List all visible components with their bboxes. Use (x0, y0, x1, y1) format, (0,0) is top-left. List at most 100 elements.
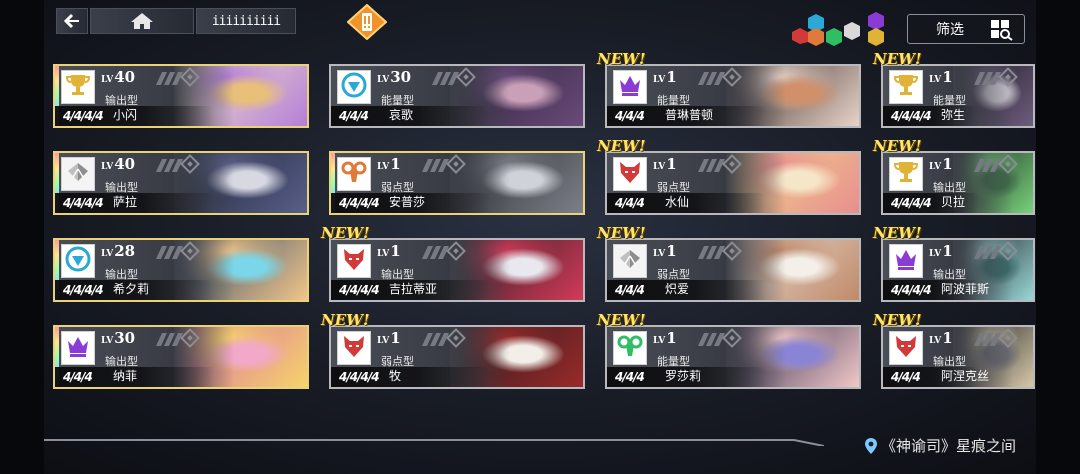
character-name: 希夕莉 (113, 282, 150, 296)
class-icon-box (613, 331, 647, 365)
purple-gem-icon (868, 12, 884, 30)
class-icon-box (889, 331, 923, 365)
shield-icon (65, 246, 91, 276)
level-label: LV1 (377, 329, 401, 347)
level-value: 1 (942, 155, 953, 173)
top-navigation-bar: iiiiiiiiii (56, 8, 298, 34)
location-label: 《神谕司》星痕之间 (864, 435, 1016, 456)
class-icon-box (889, 244, 923, 278)
trophy-icon (893, 72, 919, 102)
stripe-decor (421, 333, 450, 346)
wolf-icon (617, 159, 643, 189)
character-card-jiladiya[interactable]: LV1 输出型 4/4/4/4 吉拉蒂亚 (329, 238, 585, 302)
level-value: 1 (390, 242, 401, 260)
level-value: 1 (666, 329, 677, 347)
character-name: 罗莎莉 (665, 369, 702, 383)
home-button[interactable] (90, 8, 194, 34)
character-card-xiaoshan[interactable]: LV40 输出型 4/4/4/4 小闪 (53, 64, 309, 128)
back-button[interactable] (56, 8, 88, 34)
stripe-decor (421, 159, 450, 172)
level-value: 40 (114, 68, 136, 86)
new-badge: NEW! (597, 50, 646, 68)
class-icon-box (337, 70, 371, 104)
stripe-decor (155, 159, 184, 172)
level-value: 1 (666, 155, 677, 173)
wolf-icon (341, 246, 367, 276)
level-label: LV1 (653, 329, 677, 347)
class-icon-box (61, 331, 95, 365)
character-card-anieksi[interactable]: LV1 输出型 4/4/4 阿涅克丝 (881, 325, 1035, 389)
crown-icon (893, 246, 919, 276)
character-card-chiai[interactable]: LV1 弱点型 4/4/4 炽爱 (605, 238, 861, 302)
level-label: LV30 (377, 68, 412, 86)
level-label: LV1 (929, 155, 953, 173)
location-text: 《神谕司》星痕之间 (880, 437, 1016, 455)
level-label: LV1 (929, 329, 953, 347)
character-name: 弥生 (941, 108, 966, 122)
character-card-misheng[interactable]: LV1 能量型 4/4/4/4 弥生 (881, 64, 1035, 128)
right-letterbox (1036, 0, 1080, 474)
stripe-decor (697, 159, 726, 172)
star-rating: 4/4/4/4 (63, 196, 104, 210)
level-label: LV1 (377, 155, 401, 173)
character-card-pulinpudun[interactable]: LV1 能量型 4/4/4 普琳普顿 (605, 64, 861, 128)
character-card-luosali[interactable]: LV1 能量型 4/4/4 罗莎莉 (605, 325, 861, 389)
shield-icon (341, 72, 367, 102)
character-card-anpusha[interactable]: LV1 弱点型 4/4/4/4 安普莎 (329, 151, 585, 215)
star-rating: 4/4/4 (615, 283, 645, 297)
character-select-screen: iiiiiiiiii 筛选 LV40 输出型 4/4/4/4 小闪 LV30 能… (0, 0, 1080, 474)
level-label: LV40 (101, 155, 136, 173)
wings-icon (617, 246, 643, 276)
character-name: 小闪 (113, 108, 138, 122)
level-value: 28 (114, 242, 136, 260)
star-rating: 4/4/4 (339, 109, 369, 123)
wings-icon (65, 159, 91, 189)
class-icon-box (613, 70, 647, 104)
filter-grid-icon (991, 20, 1013, 41)
class-icon-box (613, 244, 647, 278)
wolf-icon (341, 333, 367, 363)
new-badge: NEW! (873, 137, 922, 155)
level-value: 1 (942, 242, 953, 260)
class-icon-box (61, 70, 95, 104)
orange-gem-icon (808, 28, 824, 46)
character-card-beila[interactable]: LV1 输出型 4/4/4/4 贝拉 (881, 151, 1035, 215)
character-card-shuixian[interactable]: LV1 弱点型 4/4/4 水仙 (605, 151, 861, 215)
star-rating: 4/4/4 (615, 196, 645, 210)
trophy-icon (893, 159, 919, 189)
class-icon-box (61, 244, 95, 278)
new-badge: NEW! (597, 224, 646, 242)
new-badge: NEW! (597, 311, 646, 329)
class-icon-box (613, 157, 647, 191)
back-arrow-icon (63, 13, 79, 29)
character-card-xixili[interactable]: LV28 输出型 4/4/4/4 希夕莉 (53, 238, 309, 302)
stripe-decor (697, 246, 726, 259)
level-value: 1 (666, 68, 677, 86)
level-value: 1 (666, 242, 677, 260)
character-card-abofeisi[interactable]: LV1 输出型 4/4/4/4 阿波菲斯 (881, 238, 1035, 302)
wolf-icon (893, 333, 919, 363)
trophy-icon (65, 72, 91, 102)
character-name: 纳菲 (113, 369, 138, 383)
character-card-aige[interactable]: LV30 能量型 4/4/4 哀歌 (329, 64, 585, 128)
level-value: 1 (390, 329, 401, 347)
character-card-nafei[interactable]: LV30 输出型 4/4/4 纳菲 (53, 325, 309, 389)
character-name: 萨拉 (113, 195, 138, 209)
level-value: 30 (114, 329, 136, 347)
stripe-decor (973, 246, 1002, 259)
filter-button[interactable]: 筛选 (907, 14, 1025, 44)
star-rating: 4/4/4/4 (339, 283, 380, 297)
element-filter-icons[interactable] (790, 10, 900, 46)
level-label: LV1 (929, 242, 953, 260)
ram-icon (617, 333, 643, 363)
star-rating: 4/4/4/4 (339, 196, 380, 210)
character-card-mu[interactable]: LV1 弱点型 4/4/4/4 牧 (329, 325, 585, 389)
star-rating: 4/4/4/4 (63, 283, 104, 297)
class-icon-box (337, 244, 371, 278)
stripe-decor (697, 333, 726, 346)
character-card-sala[interactable]: LV40 输出型 4/4/4/4 萨拉 (53, 151, 309, 215)
alert-icon[interactable] (347, 4, 387, 40)
star-rating: 4/4/4/4 (891, 109, 932, 123)
level-label: LV28 (101, 242, 136, 260)
class-icon-box (337, 157, 371, 191)
